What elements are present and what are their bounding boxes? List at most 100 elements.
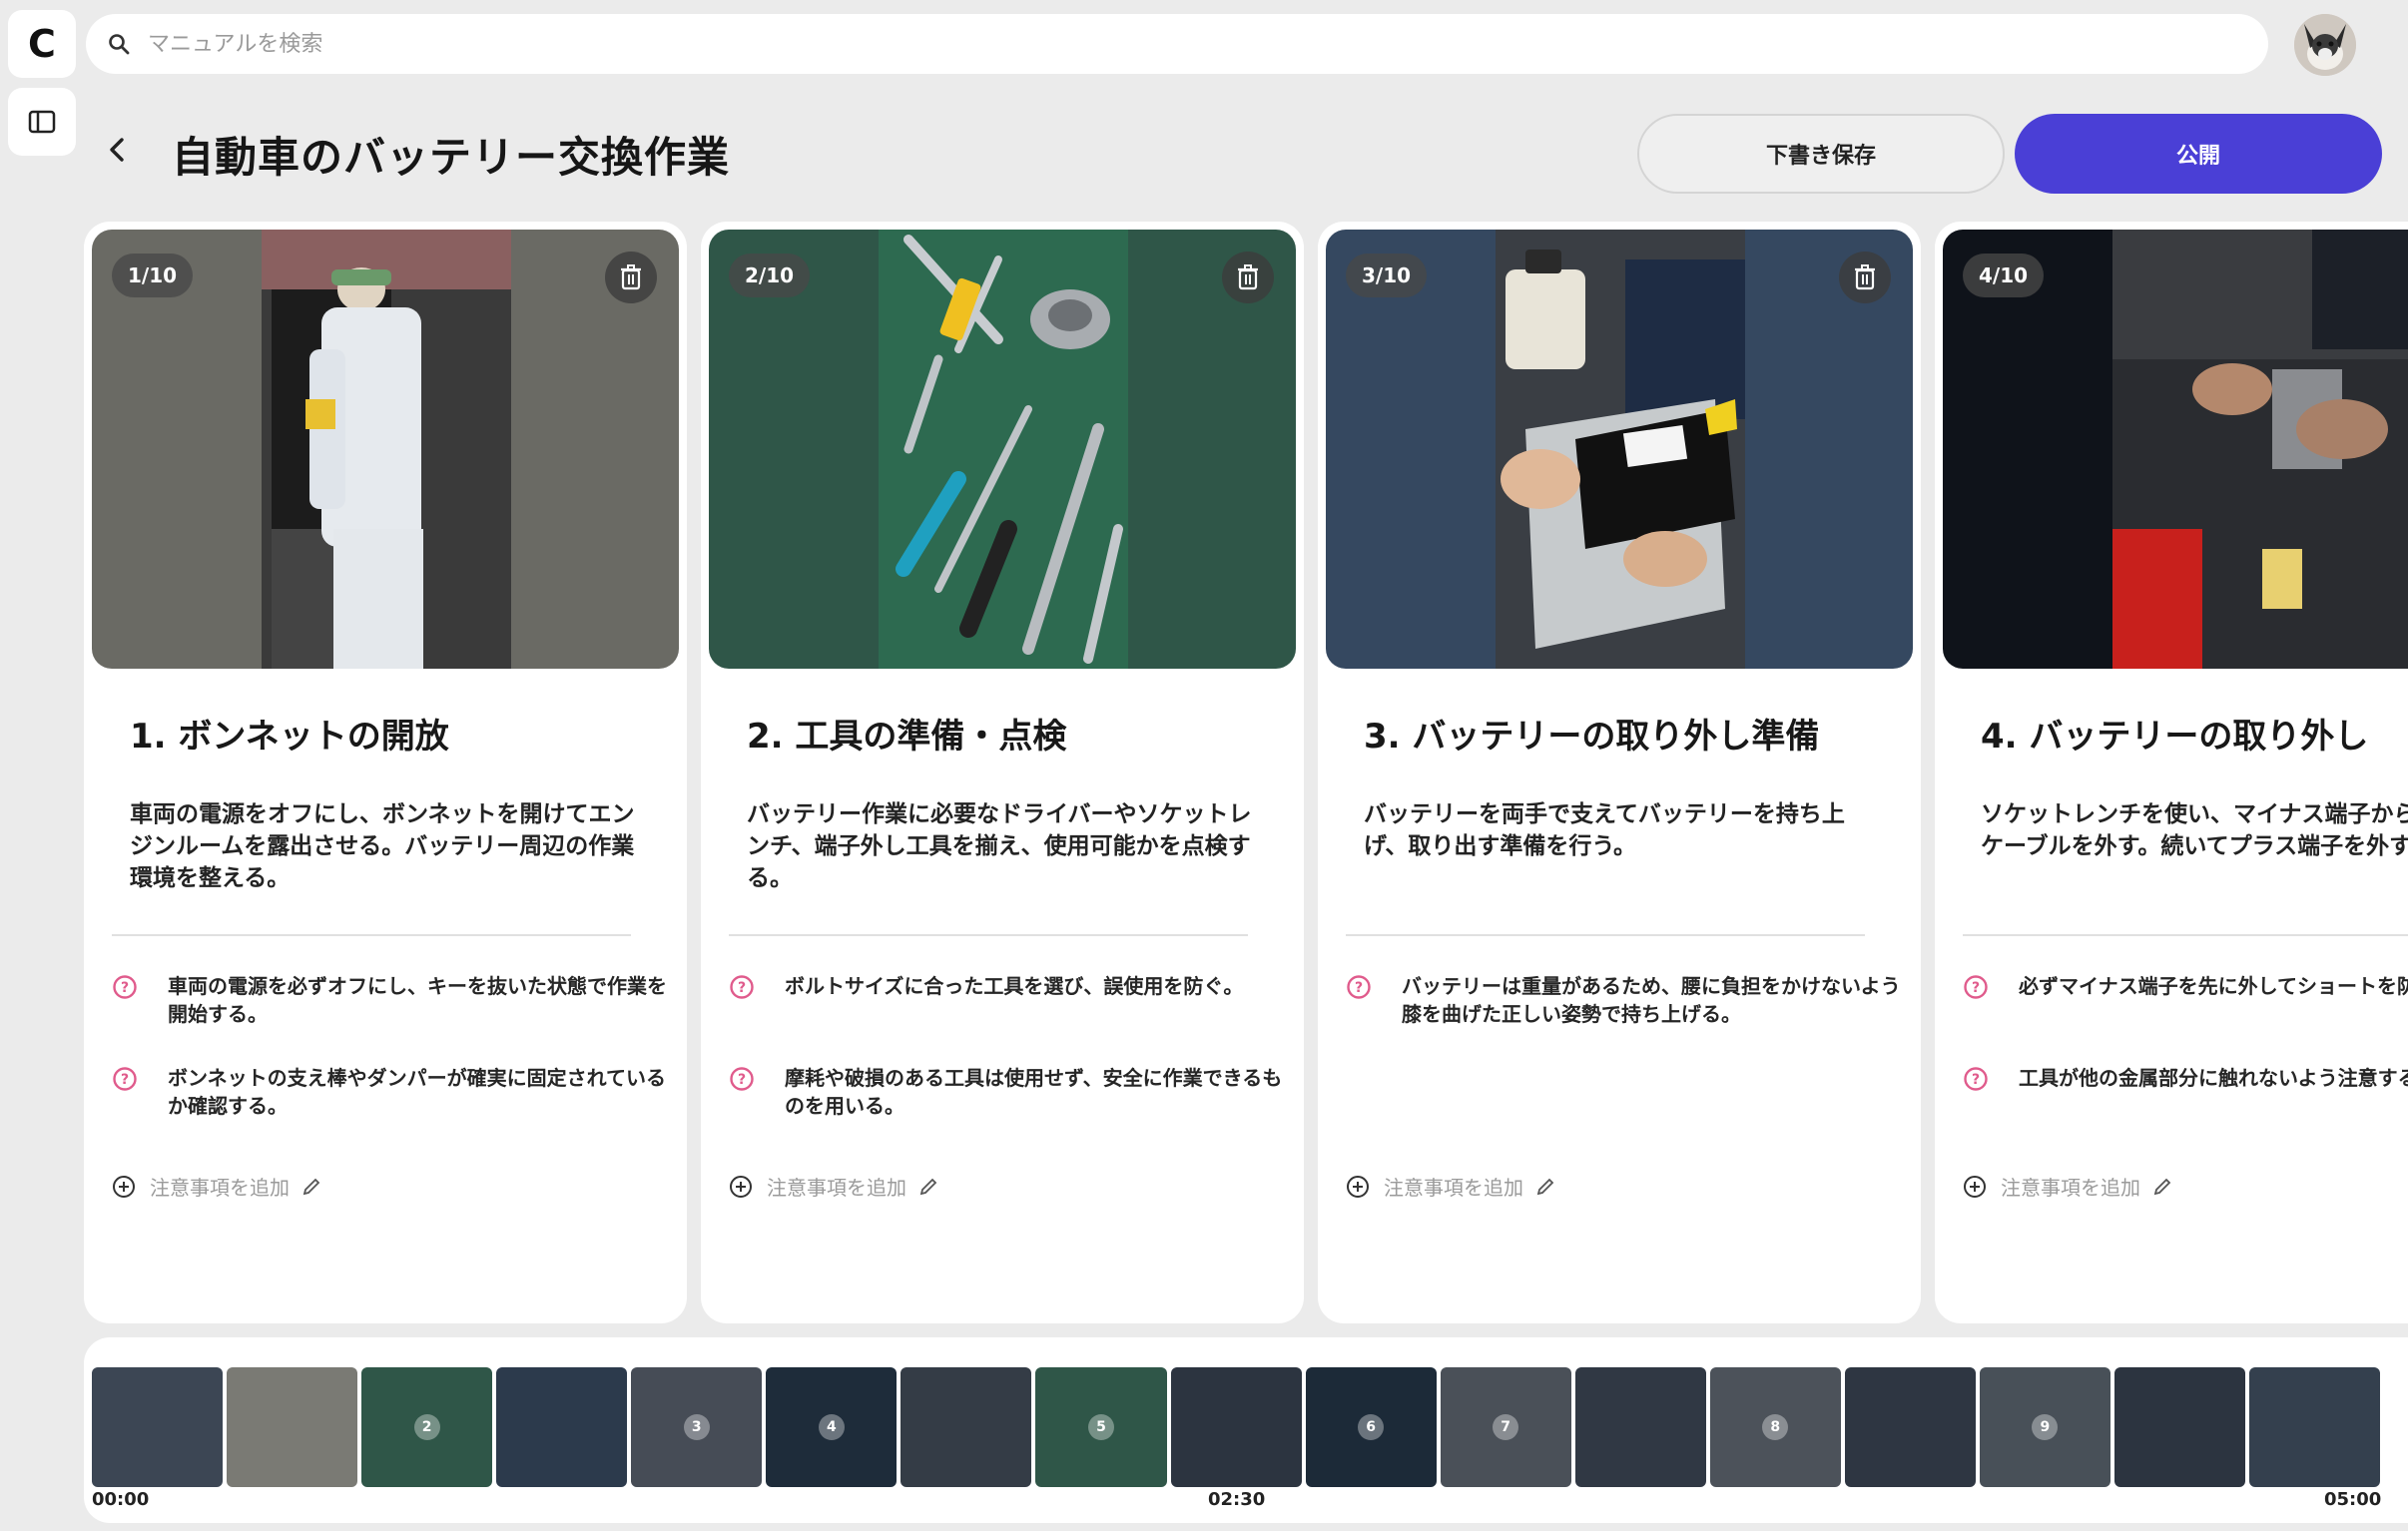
step-card[interactable]: 4/10 4. バッテリーの取り外し ソケットレンチを使い、マイナス端子から緩め… xyxy=(1935,222,2408,1323)
add-caution-button[interactable]: 注意事項を追加 xyxy=(1346,1172,1555,1201)
caution-note[interactable]: ? 車両の電源を必ずオフにし、キーを抜いた状態で作業を開始する。 xyxy=(112,972,671,1028)
plus-circle-icon xyxy=(1347,1175,1369,1198)
svg-text:?: ? xyxy=(738,1072,746,1088)
step-image: 2/10 xyxy=(709,230,1296,669)
timeline-frame[interactable] xyxy=(901,1367,1032,1487)
search-bar[interactable] xyxy=(86,14,2268,74)
app-logo[interactable]: C xyxy=(8,10,76,78)
caution-note[interactable]: ? バッテリーは重量があるため、腰に負担をかけないよう膝を曲げた正しい姿勢で持ち… xyxy=(1346,972,1905,1028)
divider xyxy=(112,934,631,936)
timeline-frame[interactable] xyxy=(2249,1367,2381,1487)
timeline-frame[interactable] xyxy=(227,1367,358,1487)
pencil-icon xyxy=(919,1178,937,1195)
caution-question-icon: ? xyxy=(113,1067,137,1091)
add-caution-label: 注意事項を追加 xyxy=(767,1176,906,1200)
timeline-frame[interactable]: 8 xyxy=(1709,1367,1841,1487)
svg-text:?: ? xyxy=(738,980,746,996)
step-photo xyxy=(262,230,511,669)
caution-note[interactable]: ? ボルトサイズに合った工具を選び、誤使用を防ぐ。 xyxy=(729,972,1288,1000)
back-icon[interactable] xyxy=(100,132,136,168)
timeline-frame-number: 6 xyxy=(1358,1414,1385,1440)
timeline-frame[interactable]: 7 xyxy=(1440,1367,1571,1487)
svg-text:?: ? xyxy=(121,1072,129,1088)
svg-text:?: ? xyxy=(1972,1072,1980,1088)
step-title[interactable]: 3. バッテリーの取り外し準備 xyxy=(1364,709,1819,758)
pencil-icon xyxy=(302,1178,320,1195)
timeline-frame[interactable] xyxy=(1574,1367,1706,1487)
step-title[interactable]: 4. バッテリーの取り外し xyxy=(1981,709,2368,758)
caution-note[interactable]: ? ボンネットの支え棒やダンパーが確実に固定されているか確認する。 xyxy=(112,1064,671,1120)
step-card[interactable]: 2/10 2. 工具の準備・点検 バッテリー作業に必要なドライバーやソケットレン… xyxy=(701,222,1304,1323)
caution-question-icon: ? xyxy=(730,1067,754,1091)
timeline-frame[interactable] xyxy=(2113,1367,2245,1487)
step-cards[interactable]: 1/10 1. ボンネットの開放 車両の電源をオフにし、ボンネットを開けてエンジ… xyxy=(84,222,2408,1323)
caution-note[interactable]: ? 工具が他の金属部分に触れないよう注意する。 xyxy=(1963,1064,2408,1092)
delete-step-button[interactable] xyxy=(605,252,657,303)
divider xyxy=(1346,934,1865,936)
save-draft-button[interactable]: 下書き保存 xyxy=(1637,114,2005,194)
trash-icon xyxy=(1855,264,1875,290)
caution-note[interactable]: ? 摩耗や破損のある工具は使用せず、安全に作業できるものを用いる。 xyxy=(729,1064,1288,1120)
timeline-frame-number: 5 xyxy=(1087,1414,1114,1440)
delete-step-button[interactable] xyxy=(1839,252,1891,303)
caution-note-text: バッテリーは重量があるため、腰に負担をかけないよう膝を曲げた正しい姿勢で持ち上げ… xyxy=(1402,974,1901,1026)
timeline-frame[interactable] xyxy=(496,1367,628,1487)
timeline-frame[interactable]: 5 xyxy=(1035,1367,1167,1487)
timeline-frame[interactable]: 9 xyxy=(1979,1367,2110,1487)
plus-circle-icon xyxy=(1964,1175,1986,1198)
timeline-frame-number: 8 xyxy=(1762,1414,1789,1440)
svg-text:?: ? xyxy=(121,980,129,996)
timeline-frame[interactable] xyxy=(1170,1367,1302,1487)
timeline-frame-number: 3 xyxy=(683,1414,710,1440)
trash-icon xyxy=(1238,264,1258,290)
step-description[interactable]: バッテリーを両手で支えてバッテリーを持ち上げ、取り出す準備を行う。 xyxy=(1364,798,1885,862)
add-caution-button[interactable]: 注意事項を追加 xyxy=(729,1172,938,1201)
step-description[interactable]: バッテリー作業に必要なドライバーやソケットレンチ、端子外し工具を揃え、使用可能か… xyxy=(747,798,1268,894)
publish-button[interactable]: 公開 xyxy=(2015,114,2382,194)
timeline-frames[interactable]: 2 3 4 5 6 7 8 9 xyxy=(92,1367,2381,1487)
step-image: 4/10 xyxy=(1943,230,2408,669)
timeline-frame-number: 7 xyxy=(1493,1414,1519,1440)
caution-note[interactable]: ? 必ずマイナス端子を先に外してショートを防ぐ。 xyxy=(1963,972,2408,1000)
step-description[interactable]: 車両の電源をオフにし、ボンネットを開けてエンジンルームを露出させる。バッテリー周… xyxy=(130,798,651,894)
divider xyxy=(1963,934,2408,936)
timeline-frame[interactable] xyxy=(1844,1367,1976,1487)
timeline-end-time: 05:00 xyxy=(2324,1489,2382,1510)
timeline-start-time: 00:00 xyxy=(92,1489,150,1510)
step-badge: 3/10 xyxy=(1346,254,1428,297)
step-title[interactable]: 1. ボンネットの開放 xyxy=(130,709,449,758)
caution-question-icon: ? xyxy=(113,975,137,999)
avatar-image xyxy=(2294,14,2356,76)
caution-note-text: 工具が他の金属部分に触れないよう注意する。 xyxy=(2019,1066,2408,1090)
svg-text:?: ? xyxy=(1972,980,1980,996)
timeline-frame[interactable]: 2 xyxy=(361,1367,493,1487)
step-title[interactable]: 2. 工具の準備・点検 xyxy=(747,709,1066,758)
add-caution-button[interactable]: 注意事項を追加 xyxy=(1963,1172,2172,1201)
timeline-frame[interactable]: 6 xyxy=(1305,1367,1437,1487)
step-card[interactable]: 1/10 1. ボンネットの開放 車両の電源をオフにし、ボンネットを開けてエンジ… xyxy=(84,222,687,1323)
step-photo xyxy=(879,230,1128,669)
step-description[interactable]: ソケットレンチを使い、マイナス端子から緩めてケーブルを外す。続いてプラス端子を外… xyxy=(1981,798,2408,862)
timeline-frame[interactable]: 4 xyxy=(766,1367,898,1487)
video-timeline[interactable]: 2 3 4 5 6 7 8 9 00:00 02:30 05:00 xyxy=(84,1337,2408,1523)
timeline-frame[interactable]: 3 xyxy=(631,1367,763,1487)
caution-note-text: 必ずマイナス端子を先に外してショートを防ぐ。 xyxy=(2019,974,2408,998)
step-image: 1/10 xyxy=(92,230,679,669)
step-image: 3/10 xyxy=(1326,230,1913,669)
search-icon xyxy=(109,34,130,55)
user-avatar[interactable] xyxy=(2294,14,2356,76)
step-card[interactable]: 3/10 3. バッテリーの取り外し準備 バッテリーを両手で支えてバッテリーを持… xyxy=(1318,222,1921,1323)
app-logo-letter: C xyxy=(28,22,56,66)
add-caution-button[interactable]: 注意事項を追加 xyxy=(112,1172,321,1201)
timeline-frame-number: 2 xyxy=(413,1414,440,1440)
timeline-frame[interactable] xyxy=(92,1367,224,1487)
caution-question-icon: ? xyxy=(1964,975,1988,999)
svg-text:?: ? xyxy=(1355,980,1363,996)
add-caution-label: 注意事項を追加 xyxy=(150,1176,290,1200)
timeline-frame-number: 4 xyxy=(818,1414,845,1440)
caution-question-icon: ? xyxy=(730,975,754,999)
delete-step-button[interactable] xyxy=(1222,252,1274,303)
sidebar-toggle-button[interactable] xyxy=(8,88,76,156)
search-input[interactable] xyxy=(148,31,2045,57)
caution-question-icon: ? xyxy=(1347,975,1371,999)
